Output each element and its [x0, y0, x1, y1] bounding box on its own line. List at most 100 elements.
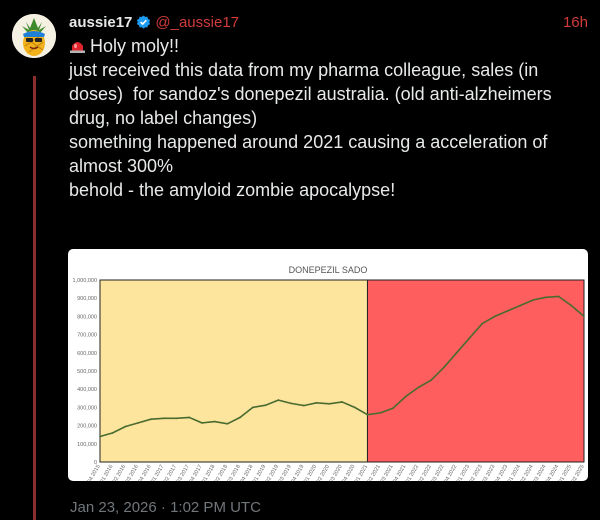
- x-tick-label: Q4 2018: [239, 464, 255, 481]
- data-point: [188, 416, 191, 419]
- x-tick-label: Q2 2023: [468, 464, 484, 481]
- data-point: [341, 401, 343, 403]
- y-tick-label: 300,000: [77, 405, 97, 411]
- data-point: [137, 421, 140, 424]
- x-tick-label: Q4 2017: [188, 464, 204, 481]
- x-tick-label: Q4 2024: [545, 464, 561, 481]
- x-tick-label: Q1 2022: [404, 464, 420, 481]
- x-tick-label: Q1 2025: [557, 464, 573, 481]
- data-point: [404, 395, 407, 398]
- data-point: [481, 322, 484, 325]
- x-tick-label: Q3 2020: [328, 464, 344, 481]
- y-tick-label: 900,000: [77, 296, 97, 302]
- sales-chart: DONEPEZIL SADO 0100,000200,000300,000400…: [73, 265, 586, 481]
- x-tick-label: Q3 2023: [481, 464, 497, 481]
- x-tick-label: Q3 2022: [430, 464, 446, 481]
- data-point: [226, 422, 229, 425]
- data-point: [99, 435, 101, 438]
- x-tick-label: Q1 2018: [201, 464, 217, 481]
- data-point: [251, 406, 254, 409]
- x-tick-label: Q3 2021: [379, 464, 395, 481]
- y-tick-label: 100,000: [77, 442, 97, 448]
- data-point: [493, 315, 496, 318]
- data-point: [150, 418, 152, 421]
- x-tick-label: Q1 2019: [252, 464, 268, 481]
- x-tick-label: Q2 2024: [519, 464, 535, 481]
- data-point: [302, 404, 305, 407]
- pineapple-avatar-icon[interactable]: [12, 14, 56, 58]
- y-tick-label: 200,000: [77, 424, 97, 430]
- y-tick-label: 700,000: [77, 333, 97, 339]
- x-tick-label: Q1 2020: [303, 464, 319, 481]
- data-point: [468, 337, 471, 340]
- data-point: [430, 379, 433, 381]
- display-name[interactable]: aussie17: [69, 14, 132, 31]
- y-tick-label: 1,000,000: [73, 278, 97, 284]
- data-point: [353, 406, 356, 409]
- verified-badge-icon: [136, 14, 151, 30]
- data-point: [264, 404, 267, 407]
- post-header: aussie17 @_aussie17 16h: [69, 12, 588, 32]
- data-point: [392, 407, 394, 410]
- data-point: [111, 431, 114, 434]
- y-tick-label: 600,000: [77, 351, 97, 357]
- x-tick-label: Q1 2017: [150, 464, 166, 481]
- data-point: [213, 420, 216, 423]
- data-point: [328, 402, 331, 405]
- data-point: [544, 296, 547, 299]
- x-tick-label: Q2 2019: [264, 464, 280, 481]
- data-point: [519, 304, 522, 307]
- data-point: [277, 399, 280, 402]
- x-tick-label: Q1 2023: [455, 464, 471, 481]
- x-tick-label: Q1 2016: [99, 464, 115, 481]
- post-text: Holy moly!! just received this data from…: [69, 34, 584, 202]
- data-point: [200, 421, 203, 424]
- x-tick-label: Q3 2016: [124, 464, 140, 481]
- y-tick-label: 800,000: [77, 314, 97, 320]
- post-line-1: Holy moly!!: [69, 34, 584, 58]
- x-tick-label: Q1 2021: [353, 464, 369, 481]
- chart-title: DONEPEZIL SADO: [289, 265, 368, 275]
- data-point: [442, 366, 445, 369]
- data-point: [379, 411, 382, 414]
- post-timestamp[interactable]: Jan 23, 2026 · 1:02 PM UTC: [70, 499, 261, 516]
- x-tick-label: Q4 2023: [494, 464, 510, 481]
- chart-image[interactable]: DONEPEZIL SADO 0 100,000 200,000 300,000 400…: [68, 249, 588, 481]
- x-tick-label: Q2 2017: [162, 464, 178, 481]
- x-tick-label: Q4 2019: [290, 464, 306, 481]
- x-tick-label: Q2 2022: [417, 464, 433, 481]
- user-handle[interactable]: @_aussie17: [155, 14, 239, 31]
- post-line-2: just received this data from my pharma c…: [69, 60, 557, 128]
- post-time[interactable]: 16h: [563, 14, 588, 31]
- post-line-6: behold - the amyloid zombie apocalypse!: [69, 180, 396, 200]
- data-point: [290, 402, 292, 405]
- data-point: [239, 416, 242, 419]
- data-point: [455, 351, 458, 354]
- thread-line: [33, 76, 36, 520]
- data-point: [506, 310, 509, 312]
- shaded-region-1: [99, 279, 368, 463]
- x-tick-label: Q4 2022: [443, 464, 459, 481]
- siren-icon: [69, 35, 86, 53]
- x-tick-label: Q4 2015: [86, 464, 102, 481]
- data-point: [557, 295, 560, 298]
- x-tick-label: Q3 2024: [532, 464, 548, 481]
- x-tick-label: Q3 2017: [175, 464, 191, 481]
- x-tick-label: Q4 2016: [137, 464, 153, 481]
- x-tick-label: Q2 2025: [570, 464, 586, 481]
- x-tick-label: Q2 2021: [366, 464, 382, 481]
- data-point: [366, 413, 369, 416]
- data-point: [315, 401, 318, 404]
- x-tick-label: Q2 2020: [315, 464, 331, 481]
- data-point: [417, 386, 420, 389]
- x-tick-label: Q4 2020: [341, 464, 357, 481]
- data-point: [532, 299, 534, 301]
- x-tick-label: Q1 2024: [506, 464, 522, 481]
- x-tick-label: Q2 2018: [213, 464, 229, 481]
- y-tick-label: 400,000: [77, 387, 97, 393]
- post-line-4: something happened around 2021 causing a…: [69, 132, 553, 176]
- x-tick-label: Q4 2021: [392, 464, 408, 481]
- y-tick-label: 500,000: [77, 369, 97, 375]
- x-tick-label: Q3 2019: [277, 464, 293, 481]
- data-point: [583, 315, 585, 318]
